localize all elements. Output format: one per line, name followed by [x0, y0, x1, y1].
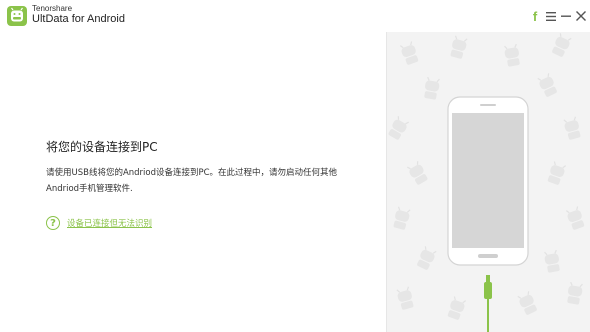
title-bar: Tenorshare UltData for Android f [0, 0, 590, 32]
close-icon [576, 11, 586, 21]
menu-button[interactable] [544, 8, 558, 24]
instruction-line-1: 请使用USB线将您的Andriod设备连接到PC。在此过程中，请勿启动任何其他 [46, 168, 338, 178]
facebook-icon: f [532, 8, 538, 24]
device-not-recognized-help[interactable]: ? 设备已连接但无法识别 [46, 216, 152, 230]
usb-plug-icon [484, 282, 492, 299]
device-illustration [387, 32, 587, 332]
app-logo-icon [7, 6, 27, 26]
company-name: Tenorshare [32, 4, 73, 13]
page-title: 将您的设备连接到PC [46, 140, 158, 154]
device-not-recognized-link[interactable]: 设备已连接但无法识别 [67, 217, 152, 229]
facebook-button[interactable]: f [528, 8, 542, 24]
app-title: UltData for Android [32, 13, 125, 25]
instruction-line-2: Andriod手机管理软件. [46, 184, 133, 194]
question-circle-icon: ? [46, 216, 60, 230]
close-button[interactable] [574, 8, 588, 24]
phone-icon [447, 96, 529, 266]
illustration-pane [387, 32, 590, 332]
minimize-icon [561, 15, 571, 17]
minimize-button[interactable] [559, 8, 573, 24]
hamburger-menu-icon [546, 11, 556, 21]
instruction-text: 请使用USB线将您的Andriod设备连接到PC。在此过程中，请勿启动任何其他 … [46, 165, 366, 197]
